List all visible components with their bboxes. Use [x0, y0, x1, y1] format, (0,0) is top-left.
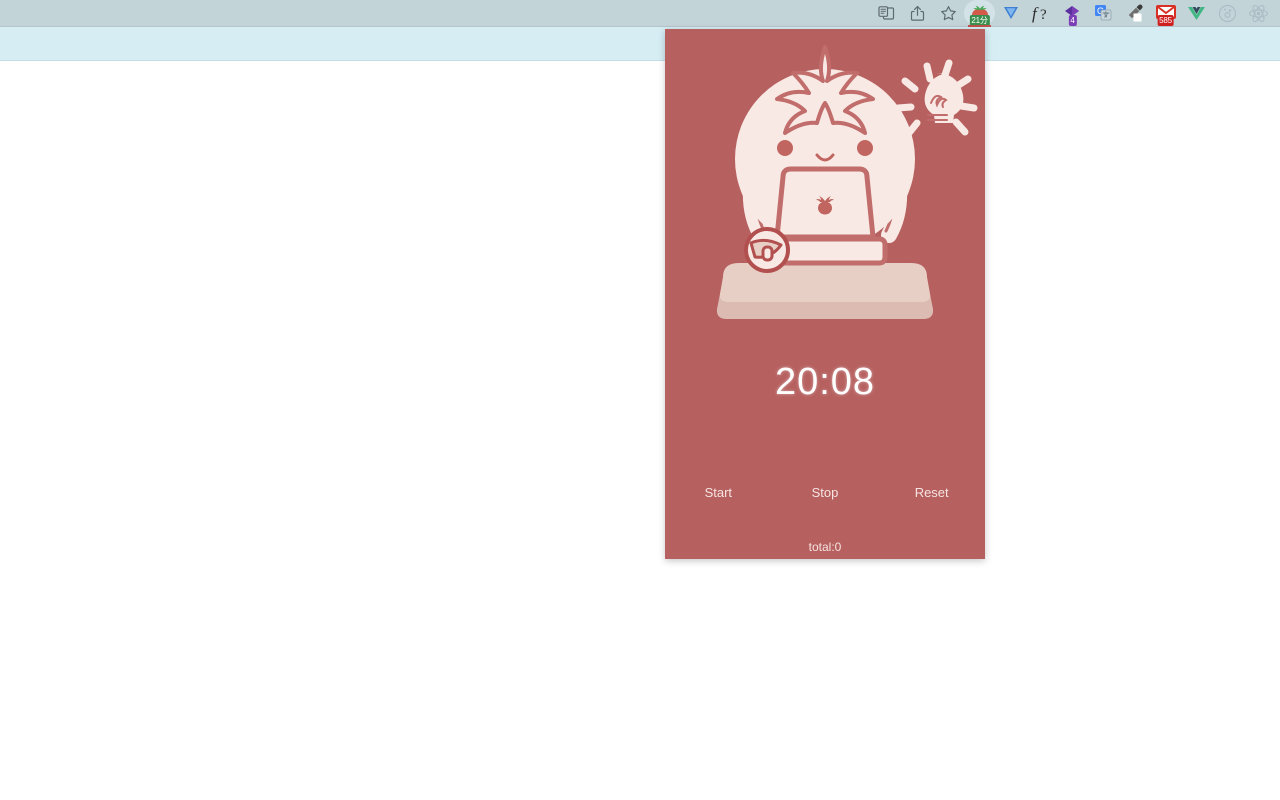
share-icon[interactable] [902, 0, 933, 26]
reset-button[interactable]: Reset [878, 481, 985, 504]
vimium-extension-icon[interactable] [995, 0, 1026, 26]
tomato-timer-popup: 20:08 Start Stop Reset total:0 [665, 29, 985, 559]
start-button[interactable]: Start [665, 481, 772, 504]
circle-dots-extension-icon [1212, 0, 1243, 26]
function-extension-icon[interactable]: f ? [1026, 0, 1057, 26]
react-devtools-extension-icon [1243, 0, 1274, 26]
screen-root: 21分 f ? 4 G 585 20:08 Start Stop Reset t… [0, 0, 1280, 800]
toolbar-icon-group: 21分 f ? 4 G 585 [871, 0, 1280, 27]
bookmark-star-icon[interactable] [933, 0, 964, 26]
page-content-area [0, 61, 1280, 800]
timer-controls: Start Stop Reset [665, 481, 985, 504]
svg-text:?: ? [1040, 7, 1047, 23]
diamond-extension-icon[interactable]: 4 [1057, 0, 1088, 26]
browser-tab-strip[interactable] [0, 27, 1280, 61]
diamond-extension-badge: 4 [1068, 15, 1077, 26]
color-picker-eyedropper-icon[interactable] [1119, 0, 1150, 26]
countdown-timer: 20:08 [774, 361, 876, 403]
google-translate-extension-icon[interactable]: G [1088, 0, 1119, 26]
tomato-character-illustration [665, 29, 985, 329]
reader-translate-icon[interactable] [871, 0, 902, 26]
svg-text:f: f [1032, 4, 1039, 23]
stop-button[interactable]: Stop [772, 481, 879, 504]
tomato-timer-extension-icon[interactable]: 21分 [964, 0, 995, 27]
total-count-label: total:0 [808, 540, 842, 554]
browser-toolbar: 21分 f ? 4 G 585 [0, 0, 1280, 27]
gmail-extension-icon[interactable]: 585 [1150, 0, 1181, 26]
gmail-badge: 585 [1157, 15, 1174, 26]
vue-devtools-extension-icon[interactable] [1181, 0, 1212, 26]
